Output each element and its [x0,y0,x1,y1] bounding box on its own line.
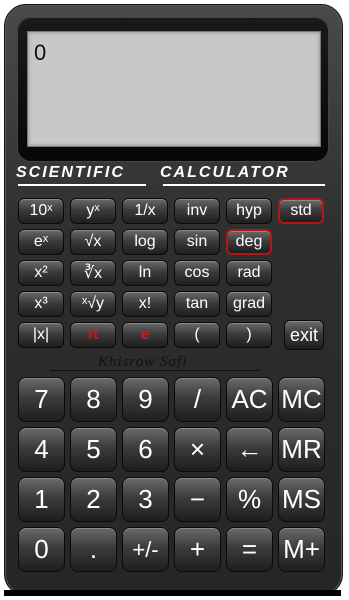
key-divide[interactable]: / [174,377,221,422]
key-close-paren[interactable]: ) [226,322,272,348]
key-cube[interactable]: x³ [18,291,64,317]
author-signature: Khisrow Safi [50,354,260,372]
display-bezel: 0 [17,17,329,162]
key-3[interactable]: 3 [122,477,169,522]
key-decimal[interactable]: . [70,527,117,572]
key-backspace[interactable]: ← [226,427,273,472]
key-percent[interactable]: % [226,477,273,522]
brand-underline-right [163,184,325,186]
key-memory-add[interactable]: M+ [278,527,325,572]
brand-title: SCIENTIFIC CALCULATOR [0,164,349,188]
brand-underline-left [18,184,146,186]
author-name: Khisrow Safi [98,354,188,370]
key-deg[interactable]: deg [226,229,272,255]
brand-word-scientific: SCIENTIFIC [16,164,125,181]
brand-word-calculator: CALCULATOR [160,164,290,181]
key-equals[interactable]: = [226,527,273,572]
bottom-bar [4,590,341,596]
key-open-paren[interactable]: ( [174,322,220,348]
key-inv[interactable]: inv [174,198,220,224]
key-ten-power[interactable]: 10ˣ [18,198,64,224]
key-multiply[interactable]: × [174,427,221,472]
display-value: 0 [34,40,47,65]
key-pi[interactable]: π [70,322,116,348]
key-memory-recall[interactable]: MR [278,427,325,472]
key-0[interactable]: 0 [18,527,65,572]
key-add[interactable]: + [174,527,221,572]
key-euler[interactable]: e [122,322,168,348]
key-std[interactable]: std [278,198,324,224]
key-abs[interactable]: |x| [18,322,64,348]
key-factorial[interactable]: x! [122,291,168,317]
key-6[interactable]: 6 [122,427,169,472]
key-ln[interactable]: ln [122,260,168,286]
key-9[interactable]: 9 [122,377,169,422]
display-screen: 0 [27,31,321,147]
key-rad[interactable]: rad [226,260,272,286]
key-memory-clear[interactable]: MC [278,377,325,422]
key-subtract[interactable]: − [174,477,221,522]
key-grad[interactable]: grad [226,291,272,317]
key-2[interactable]: 2 [70,477,117,522]
key-all-clear[interactable]: AC [226,377,273,422]
key-cos[interactable]: cos [174,260,220,286]
key-cube-root[interactable]: ∛x [70,260,116,286]
key-negate[interactable]: +/- [122,527,169,572]
key-reciprocal[interactable]: 1/x [122,198,168,224]
key-7[interactable]: 7 [18,377,65,422]
key-square[interactable]: x² [18,260,64,286]
key-hyp[interactable]: hyp [226,198,272,224]
exit-button[interactable]: exit [284,320,324,350]
key-1[interactable]: 1 [18,477,65,522]
key-memory-store[interactable]: MS [278,477,325,522]
key-8[interactable]: 8 [70,377,117,422]
key-tan[interactable]: tan [174,291,220,317]
key-sqrt[interactable]: √x [70,229,116,255]
key-sin[interactable]: sin [174,229,220,255]
key-y-power[interactable]: yˣ [70,198,116,224]
key-log[interactable]: log [122,229,168,255]
key-e-power[interactable]: eˣ [18,229,64,255]
key-4[interactable]: 4 [18,427,65,472]
key-5[interactable]: 5 [70,427,117,472]
key-nth-root[interactable]: ˣ√y [70,291,116,317]
